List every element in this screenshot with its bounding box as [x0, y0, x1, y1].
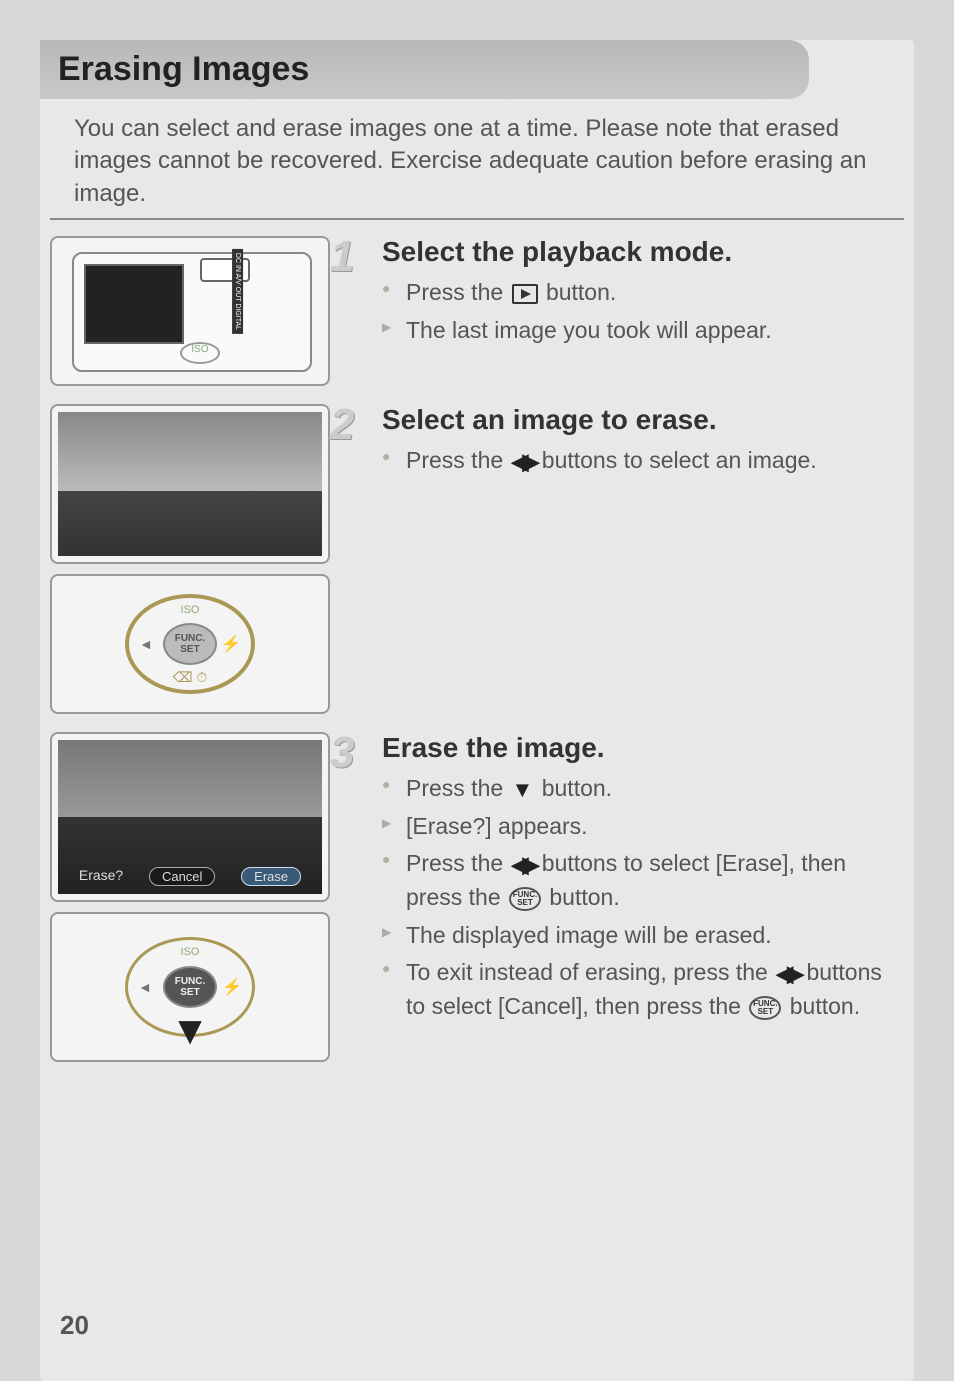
dial2-center: FUNC. SET [163, 966, 217, 1008]
dial2-left-icon: ◄ [138, 979, 152, 995]
step-2-bullet-1: Press the ◀▶ buttons to select an image. [382, 442, 904, 480]
step-2-title: Select an image to erase. [382, 404, 904, 436]
step-number-3: 3 [330, 728, 354, 778]
left-right-arrows-icon: ◀▶ [512, 446, 534, 478]
erase-option: Erase [241, 867, 301, 886]
dial-left-icon: ◄ [139, 636, 153, 652]
step-number-1: 1 [330, 232, 354, 282]
dial2-iso-label: ISO [181, 946, 200, 958]
erase-screen-illustration: Erase? Cancel Erase [50, 732, 330, 902]
step-2: ISO ◄ FUNC. SET ⚡ ⌫ ⏱ 2 Select an image … [50, 404, 904, 724]
dial-down-illustration: ISO ◄ FUNC. SET ⚡ ▼ [50, 912, 330, 1062]
camera-iso-label: ISO [180, 342, 220, 364]
step-3-bullet-5: To exit instead of erasing, press the ◀▶… [382, 954, 904, 1025]
dial-down-icon: ⌫ ⏱ [173, 669, 208, 686]
step-3-bullet-1: Press the ▼ button. [382, 770, 904, 808]
section-header: Erasing Images [40, 40, 809, 99]
dial-center: FUNC. SET [163, 623, 217, 665]
camera-illustration: DC IN A/V OUT DIGITAL ISO [50, 236, 330, 386]
step-1-bullet-1: Press the button. [382, 274, 904, 311]
step-1: DC IN A/V OUT DIGITAL ISO 1 Select the p… [50, 236, 904, 396]
dial-right-icon: ⚡ [221, 634, 241, 654]
down-arrow-icon: ▼ [512, 774, 534, 806]
section-title: Erasing Images [58, 50, 791, 89]
erase-prompt: Erase? [79, 867, 123, 886]
func-set-icon: FUNC.SET [509, 887, 541, 911]
step-3-title: Erase the image. [382, 732, 904, 764]
content-area: DC IN A/V OUT DIGITAL ISO 1 Select the p… [40, 220, 914, 1072]
step-1-bullet-2: The last image you took will appear. [382, 312, 904, 349]
intro-text: You can select and erase images one at a… [50, 99, 904, 220]
left-right-arrows-icon: ◀▶ [512, 849, 534, 881]
page-number: 20 [60, 1310, 89, 1341]
camera-side-label: DC IN A/V OUT DIGITAL [232, 249, 243, 334]
manual-page: Erasing Images You can select and erase … [40, 40, 914, 1381]
big-down-arrow-icon: ▼ [170, 1009, 210, 1054]
photo-illustration [50, 404, 330, 564]
step-number-2: 2 [330, 400, 354, 450]
step-3-bullet-4: The displayed image will be erased. [382, 917, 904, 954]
step-3: Erase? Cancel Erase ISO ◄ FUNC. SET [50, 732, 904, 1072]
cancel-option: Cancel [149, 867, 215, 886]
dial2-right-icon: ⚡ [222, 977, 242, 997]
dial-iso-label: ISO [181, 604, 200, 616]
step-3-bullet-3: Press the ◀▶ buttons to select [Erase], … [382, 845, 904, 916]
step-1-title: Select the playback mode. [382, 236, 904, 268]
dial-illustration: ISO ◄ FUNC. SET ⚡ ⌫ ⏱ [50, 574, 330, 714]
left-right-arrows-icon: ◀▶ [776, 958, 798, 990]
func-set-icon: FUNC.SET [749, 996, 781, 1020]
playback-icon [512, 284, 538, 304]
step-3-bullet-2: [Erase?] appears. [382, 808, 904, 845]
